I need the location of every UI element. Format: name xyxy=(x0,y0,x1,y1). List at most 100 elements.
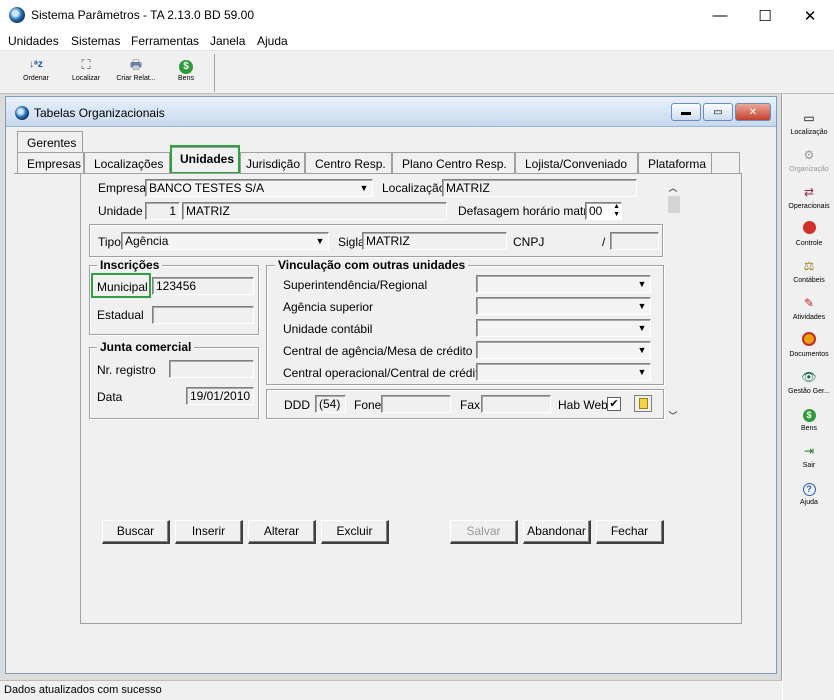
criar-relatorio-button[interactable]: 🖶 Criar Relat... xyxy=(114,56,158,90)
data-field[interactable]: 19/01/2010 xyxy=(186,387,254,405)
cnpj-separator: / xyxy=(602,235,606,249)
maximize-button[interactable]: ☐ xyxy=(742,0,788,31)
sigla-label: Sigla xyxy=(338,235,365,249)
inscricoes-title: Inscrições xyxy=(97,258,163,272)
fax-field[interactable] xyxy=(481,395,551,413)
app-title: Sistema Parâmetros - TA 2.13.0 BD 59.00 xyxy=(31,8,254,22)
minimize-button[interactable]: — xyxy=(697,0,743,31)
inserir-button[interactable]: Inserir xyxy=(175,520,243,544)
chevron-down-icon: ▼ xyxy=(315,236,325,246)
ordenar-button[interactable]: ↓ᵃz Ordenar xyxy=(14,56,58,90)
defasagem-spinner[interactable]: 00 ▲ ▼ xyxy=(585,202,622,220)
alterar-button[interactable]: Alterar xyxy=(248,520,316,544)
stop-icon xyxy=(801,221,817,237)
chevron-down-icon: ▼ xyxy=(637,301,647,311)
central-operacional-select[interactable]: ▼ xyxy=(476,363,651,381)
tab-gerentes[interactable]: Gerentes xyxy=(17,131,83,153)
management-icon: 👁 xyxy=(801,370,817,384)
window-minimize-button[interactable]: ▬ xyxy=(671,103,701,121)
notes-button[interactable] xyxy=(634,395,652,412)
bens-button[interactable]: $ Bens xyxy=(164,56,208,90)
sidebar-item-atividades[interactable]: ✎ Atividades xyxy=(783,295,834,323)
central-agencia-select[interactable]: ▼ xyxy=(476,341,651,359)
scroll-up-arrow[interactable]: ︿ xyxy=(667,181,679,193)
tipo-select[interactable]: Agência ▼ xyxy=(121,232,329,250)
unidade-contabil-label: Unidade contábil xyxy=(283,322,373,336)
sidebar-item-bens[interactable]: $ Bens xyxy=(783,406,834,434)
spinner-arrows-icon[interactable]: ▲ ▼ xyxy=(613,203,620,219)
data-label: Data xyxy=(97,390,123,404)
ddd-field[interactable]: (54) xyxy=(315,395,346,413)
scroll-thumb[interactable] xyxy=(668,196,680,213)
window-title-bar: Tabelas Organizacionais ▬ ▭ ✕ xyxy=(6,97,776,127)
tab-empresas[interactable]: Empresas xyxy=(17,152,84,174)
menu-ferramentas[interactable]: Ferramentas xyxy=(131,34,199,48)
excluir-button[interactable]: Excluir xyxy=(321,520,389,544)
sidebar-item-documentos[interactable]: Documentos xyxy=(783,332,834,360)
menu-unidades[interactable]: Unidades xyxy=(8,34,59,48)
superintendencia-select[interactable]: ▼ xyxy=(476,275,651,293)
hab-web-checkbox[interactable]: ✔ xyxy=(607,397,621,411)
tab-centro-resp[interactable]: Centro Resp. xyxy=(305,152,392,174)
localizacao-field[interactable]: MATRIZ xyxy=(442,179,637,197)
sidebar-item-sair[interactable]: ⇥ Sair xyxy=(783,443,834,471)
fechar-button[interactable]: Fechar xyxy=(596,520,664,544)
fone-label: Fone xyxy=(354,398,382,412)
chevron-down-icon: ▼ xyxy=(637,345,647,355)
unidade-contabil-select[interactable]: ▼ xyxy=(476,319,651,337)
menu-sistemas[interactable]: Sistemas xyxy=(71,34,120,48)
nr-registro-field[interactable] xyxy=(169,360,254,378)
sigla-field[interactable]: MATRIZ xyxy=(362,232,507,250)
sidebar-item-organizacao[interactable]: ⚙ Organização xyxy=(783,147,834,175)
superintendencia-label: Superintendência/Regional xyxy=(283,278,428,292)
sidebar-item-operacionais[interactable]: ⇄ Operacionais xyxy=(783,184,834,212)
tab-jurisdicao[interactable]: Jurisdição xyxy=(240,152,305,174)
cnpj-field[interactable] xyxy=(610,232,659,250)
sidebar-item-ajuda[interactable]: ? Ajuda xyxy=(783,480,834,508)
chevron-down-icon: ▼ xyxy=(637,367,647,377)
tab-plano-centro-resp[interactable]: Plano Centro Resp. xyxy=(392,152,515,174)
salvar-button[interactable]: Salvar xyxy=(450,520,518,544)
toolbar-separator xyxy=(214,54,215,92)
buscar-button[interactable]: Buscar xyxy=(102,520,170,544)
hab-web-label: Hab Web xyxy=(558,398,608,412)
sidebar-item-gestao[interactable]: 👁 Gestão Ger... xyxy=(783,369,834,397)
agencia-superior-label: Agência superior xyxy=(283,300,374,314)
fax-label: Fax xyxy=(460,398,481,412)
tab-localizacoes[interactable]: Localizações xyxy=(84,152,170,174)
unidade-code-field[interactable]: 1 xyxy=(145,202,180,220)
nr-registro-label: Nr. registro xyxy=(97,363,156,377)
sidebar-item-controle[interactable]: Controle xyxy=(783,221,834,249)
junta-comercial-group xyxy=(89,347,259,419)
estadual-field[interactable] xyxy=(152,306,254,324)
tab-plataforma[interactable]: Plataforma xyxy=(638,152,712,174)
right-sidebar: ▭ Localização ⚙ Organização ⇄ Operaciona… xyxy=(782,94,834,700)
unidade-name-field[interactable]: MATRIZ xyxy=(182,202,447,220)
documents-icon xyxy=(801,332,817,348)
vinculacao-title: Vinculação com outras unidades xyxy=(275,258,469,272)
municipal-field[interactable]: 123456 xyxy=(152,277,254,295)
localizar-button[interactable]: ⛶ Localizar xyxy=(64,56,108,90)
scroll-down-arrow[interactable]: ﹀ xyxy=(667,409,679,421)
tab-lojista-conveniado[interactable]: Lojista/Conveniado xyxy=(515,152,638,174)
window-title: Tabelas Organizacionais xyxy=(34,106,165,120)
window-restore-button[interactable]: ▭ xyxy=(703,103,733,121)
agencia-superior-select[interactable]: ▼ xyxy=(476,297,651,315)
close-button[interactable]: ✕ xyxy=(787,0,833,31)
sidebar-item-localizacao[interactable]: ▭ Localização xyxy=(783,110,834,138)
organization-icon: ⚙ xyxy=(803,148,815,162)
active-tab-highlight xyxy=(170,145,240,174)
empresa-select[interactable]: BANCO TESTES S/A ▼ xyxy=(145,179,373,197)
window-close-button[interactable]: ✕ xyxy=(735,103,771,121)
menu-janela[interactable]: Janela xyxy=(210,34,245,48)
window-globe-icon xyxy=(15,106,29,120)
fone-field[interactable] xyxy=(381,395,451,413)
title-bar: Sistema Parâmetros - TA 2.13.0 BD 59.00 … xyxy=(0,0,834,31)
unidade-label: Unidade xyxy=(98,204,143,218)
tab-baseline xyxy=(14,173,80,174)
chevron-down-icon: ▼ xyxy=(637,323,647,333)
sidebar-item-contabeis[interactable]: ⚖ Contábeis xyxy=(783,258,834,286)
menu-ajuda[interactable]: Ajuda xyxy=(257,34,288,48)
toolbar: ↓ᵃz Ordenar ⛶ Localizar 🖶 Criar Relat...… xyxy=(0,52,834,94)
abandonar-button[interactable]: Abandonar xyxy=(523,520,591,544)
